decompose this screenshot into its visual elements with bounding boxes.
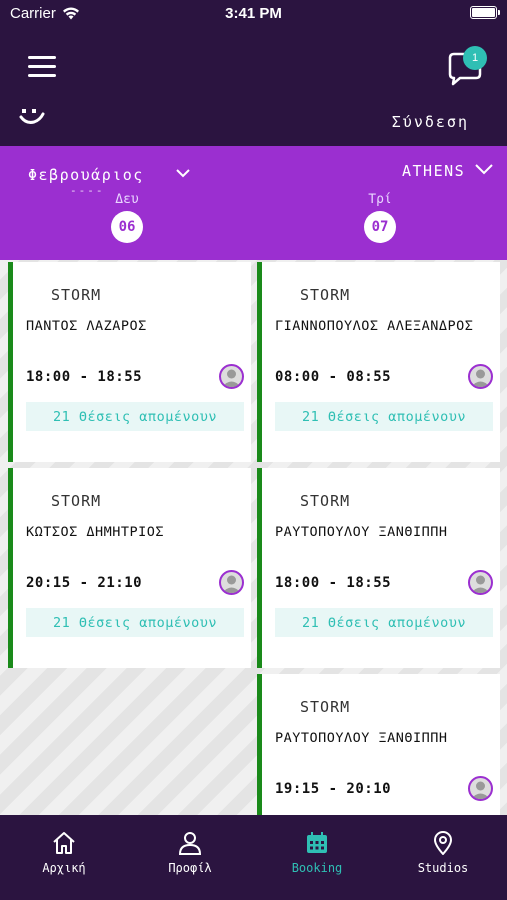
- avatar: [468, 776, 493, 801]
- seats-remaining-badge: 21 Θέσεις απομένουν: [26, 402, 244, 431]
- hamburger-line: [28, 74, 56, 77]
- class-time: 08:00 - 08:55: [275, 369, 392, 385]
- day-monday[interactable]: Δευ 06: [97, 192, 157, 243]
- clock: 3:41 PM: [225, 5, 282, 22]
- chevron-down-icon[interactable]: [475, 163, 493, 175]
- battery-icon: [470, 6, 500, 19]
- studio-name: STORM: [300, 698, 351, 716]
- instructor-name: ΠΑΝΤΟΣ ΛΑΖΑΡΟΣ: [26, 318, 147, 334]
- class-time: 19:15 - 20:10: [275, 781, 392, 797]
- studio-name: STORM: [51, 286, 102, 304]
- studio-name: STORM: [300, 492, 351, 510]
- brand-logo: [19, 109, 45, 124]
- app-header: 1 Σύνδεση: [0, 28, 507, 146]
- studio-name: STORM: [51, 492, 102, 510]
- instructor-name: ΡΑΥΤΟΠΟΥΛΟΥ ΞΑΝΘΙΠΠΗ: [275, 524, 448, 540]
- instructor-name: ΓΙΑΝΝΟΠΟΥΛΟΣ ΑΛΕΞΑΝΔΡΟΣ: [275, 318, 474, 334]
- day-tuesday[interactable]: Τρί 07: [350, 192, 410, 243]
- seats-remaining-badge: 21 Θέσεις απομένουν: [26, 608, 244, 637]
- chevron-down-icon[interactable]: [176, 168, 190, 178]
- seats-remaining-badge: 21 Θέσεις απομένουν: [275, 402, 493, 431]
- day-number: 06: [111, 211, 143, 243]
- menu-button[interactable]: [28, 56, 56, 78]
- class-card[interactable]: STORM ΡΑΥΤΟΠΟΥΛΟΥ ΞΑΝΘΙΠΠΗ 18:00 - 18:55…: [257, 468, 500, 668]
- status-bar: Carrier 3:41 PM: [0, 0, 507, 28]
- class-time: 20:15 - 21:10: [26, 575, 143, 591]
- login-link[interactable]: Σύνδεση: [392, 113, 469, 131]
- tab-label: Αρχική: [42, 861, 86, 875]
- class-card[interactable]: STORM ΚΩΤΣΟΣ ΔΗΜΗΤΡΙΟΣ 20:15 - 21:10 21 …: [8, 468, 251, 668]
- user-icon: [178, 832, 202, 855]
- hamburger-line: [28, 65, 56, 68]
- map-pin-icon: [433, 831, 453, 855]
- avatar: [219, 364, 244, 389]
- avatar: [468, 570, 493, 595]
- bottom-tab-bar: Αρχική Προφίλ Booking Studios: [0, 815, 507, 900]
- seats-remaining-badge: 21 Θέσεις απομένουν: [275, 608, 493, 637]
- tab-profile[interactable]: Προφίλ: [140, 831, 240, 875]
- tab-studios[interactable]: Studios: [393, 831, 493, 875]
- day-number: 07: [364, 211, 396, 243]
- tab-home[interactable]: Αρχική: [14, 831, 114, 875]
- tab-label: Προφίλ: [168, 861, 212, 875]
- calendar-icon: [307, 832, 327, 853]
- class-card[interactable]: STORM ΡΑΥΤΟΠΟΥΛΟΥ ΞΑΝΘΙΠΠΗ 19:15 - 20:10: [257, 674, 500, 815]
- hamburger-line: [28, 56, 56, 59]
- schedule-grid: STORM ΠΑΝΤΟΣ ΛΑΖΑΡΟΣ 18:00 - 18:55 21 Θέ…: [0, 260, 507, 815]
- studio-name: STORM: [300, 286, 351, 304]
- instructor-name: ΡΑΥΤΟΠΟΥΛΟΥ ΞΑΝΘΙΠΠΗ: [275, 730, 448, 746]
- city-selector[interactable]: ATHENS: [402, 162, 465, 180]
- month-selector[interactable]: Φεβρουάριος: [28, 166, 144, 184]
- instructor-name: ΚΩΤΣΟΣ ΔΗΜΗΤΡΙΟΣ: [26, 524, 165, 540]
- tab-label: Booking: [291, 861, 343, 875]
- class-time: 18:00 - 18:55: [275, 575, 392, 591]
- tab-label: Studios: [417, 861, 469, 875]
- day-name: Τρί: [368, 192, 392, 207]
- day-name: Δευ: [115, 192, 139, 207]
- avatar: [219, 570, 244, 595]
- class-time: 18:00 - 18:55: [26, 369, 143, 385]
- avatar: [468, 364, 493, 389]
- tab-booking[interactable]: Booking: [267, 831, 367, 875]
- class-card[interactable]: STORM ΠΑΝΤΟΣ ΛΑΖΑΡΟΣ 18:00 - 18:55 21 Θέ…: [8, 262, 251, 462]
- class-card[interactable]: STORM ΓΙΑΝΝΟΠΟΥΛΟΣ ΑΛΕΞΑΝΔΡΟΣ 08:00 - 08…: [257, 262, 500, 462]
- home-icon: [53, 832, 75, 854]
- chat-badge: 1: [463, 46, 487, 70]
- date-filter-bar: Φεβρουάριος ---- ATHENS Δευ 06 Τρί 07: [0, 146, 507, 260]
